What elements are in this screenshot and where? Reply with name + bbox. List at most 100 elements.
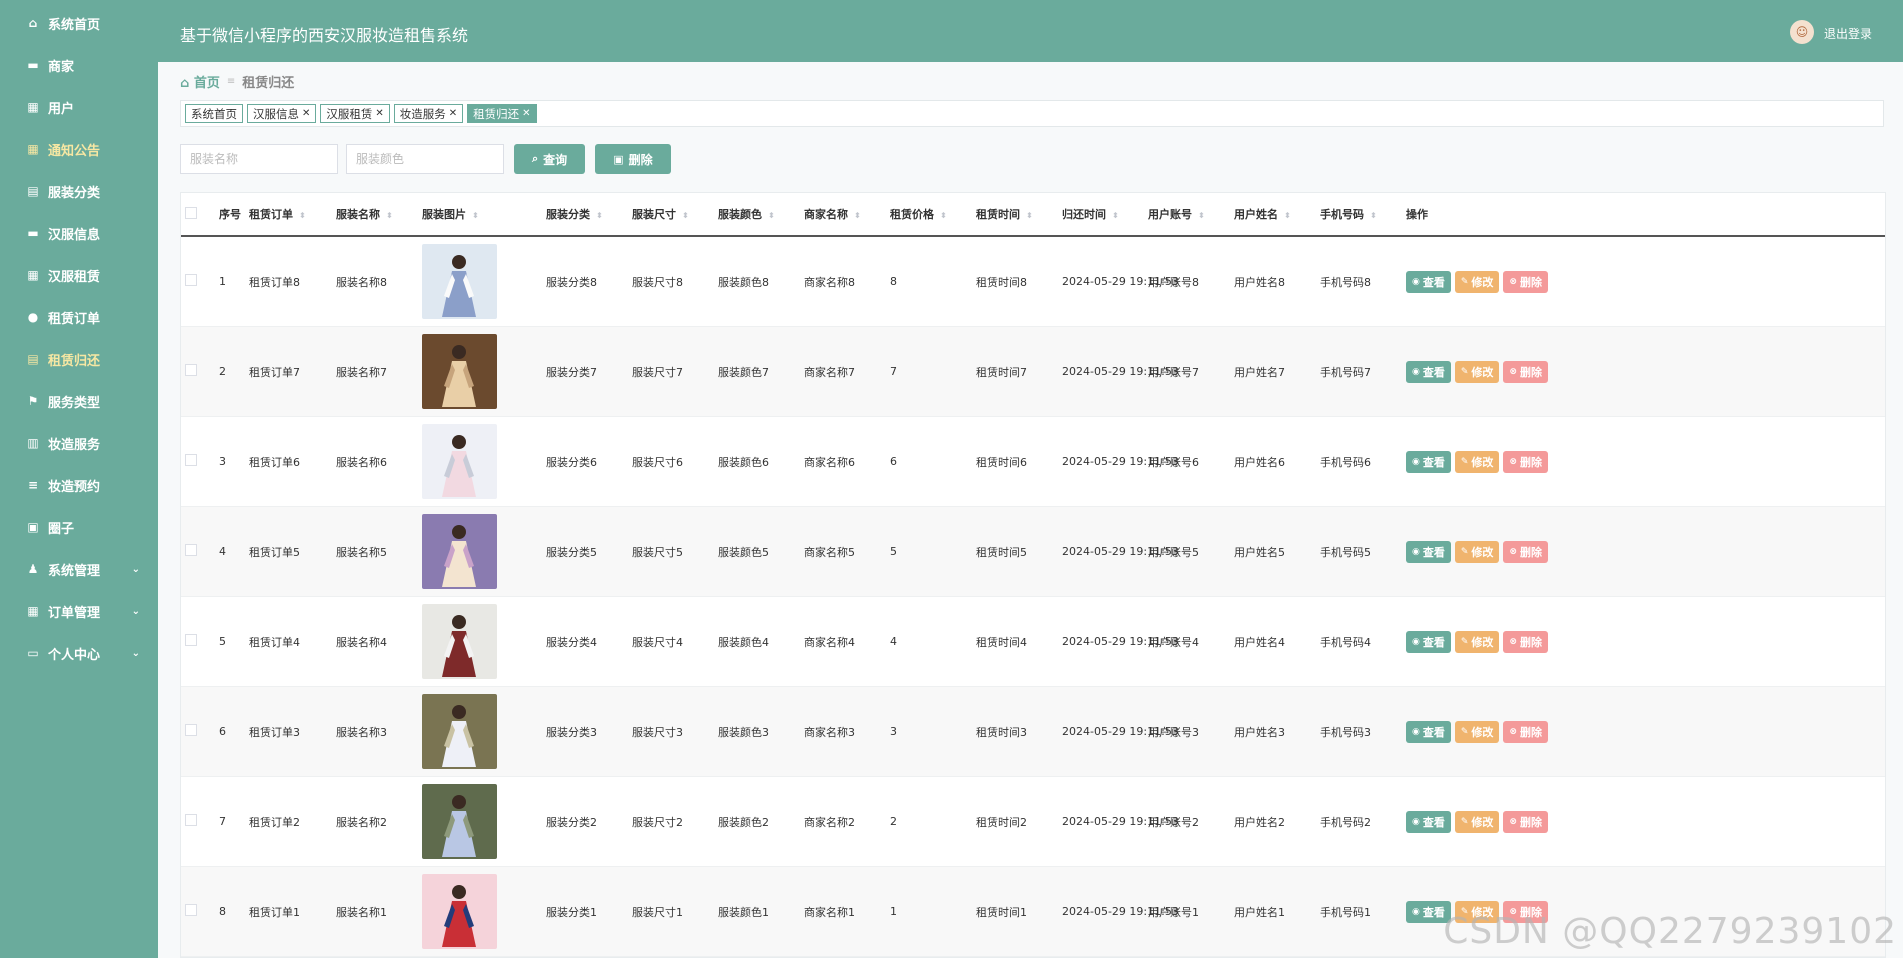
row-checkbox[interactable] xyxy=(185,724,197,736)
delete-button[interactable]: ⊗ 删除 xyxy=(1503,360,1548,383)
edit-button[interactable]: ✎ 修改 xyxy=(1454,540,1500,563)
clothing-name-input[interactable] xyxy=(180,144,338,174)
sidebar-item-14[interactable]: ▦ 订单管理 ⌄ xyxy=(0,590,158,632)
tags-bar: 系统首页 汉服信息 ✕ 汉服租赁 ✕ 妆造服务 ✕ 租赁归还 ✕ xyxy=(180,100,1884,127)
column-header[interactable]: 服装分类 ⬍ xyxy=(546,193,632,237)
delete-button[interactable]: ⊗ 删除 xyxy=(1503,810,1548,833)
column-header[interactable]: 用户姓名 ⬍ xyxy=(1234,193,1320,237)
view-button[interactable]: ◉ 查看 xyxy=(1406,810,1451,833)
sidebar-item-13[interactable]: ♟ 系统管理 ⌄ xyxy=(0,548,158,590)
delete-button[interactable]: ⊗ 删除 xyxy=(1503,270,1548,293)
sidebar-item-5[interactable]: ▬ 汉服信息 xyxy=(0,212,158,254)
cell-user-name: 用户姓名5 xyxy=(1234,506,1320,597)
row-checkbox[interactable] xyxy=(185,364,197,376)
sidebar-item-6[interactable]: ▦ 汉服租赁 xyxy=(0,254,158,296)
column-header[interactable]: 商家名称 ⬍ xyxy=(804,193,890,237)
clothing-color-input[interactable] xyxy=(346,144,504,174)
view-button[interactable]: ◉ 查看 xyxy=(1406,270,1451,293)
view-button[interactable]: ◉ 查看 xyxy=(1406,630,1451,653)
clothing-photo xyxy=(422,694,497,769)
close-icon[interactable]: ✕ xyxy=(302,108,310,119)
view-button[interactable]: ◉ 查看 xyxy=(1406,540,1451,563)
cell-image xyxy=(422,776,546,867)
sidebar-item-11[interactable]: ≡ 妆造预约 xyxy=(0,464,158,506)
column-header[interactable]: 租赁订单 ⬍ xyxy=(249,193,336,237)
sidebar-item-8[interactable]: ▤ 租赁归还 xyxy=(0,338,158,380)
view-button[interactable]: ◉ 查看 xyxy=(1406,360,1451,383)
column-header[interactable]: 服装颜色 ⬍ xyxy=(718,193,804,237)
edit-button[interactable]: ✎ 修改 xyxy=(1454,360,1500,383)
select-all-checkbox[interactable] xyxy=(185,206,197,219)
sidebar-item-1[interactable]: ▬ 商家 xyxy=(0,44,158,86)
column-header[interactable]: 服装尺寸 ⬍ xyxy=(632,193,718,237)
tab-tag-2[interactable]: 汉服租赁 ✕ xyxy=(320,104,390,123)
sort-icon[interactable]: ⬍ xyxy=(299,211,306,220)
sort-icon[interactable]: ⬍ xyxy=(1112,211,1119,220)
edit-button[interactable]: ✎ 修改 xyxy=(1454,270,1500,293)
row-checkbox[interactable] xyxy=(185,904,197,916)
delete-button[interactable]: ⊗ 删除 xyxy=(1503,630,1548,653)
row-select-cell xyxy=(181,416,219,507)
delete-button[interactable]: ⊗ 删除 xyxy=(1503,720,1548,743)
row-checkbox[interactable] xyxy=(185,454,197,466)
sidebar-item-9[interactable]: ⚑ 服务类型 xyxy=(0,380,158,422)
sidebar-item-4[interactable]: ▤ 服装分类 xyxy=(0,170,158,212)
tab-tag-4[interactable]: 租赁归还 ✕ xyxy=(467,104,537,123)
logout-button[interactable]: 退出登录 xyxy=(1824,25,1872,42)
tab-tag-0[interactable]: 系统首页 xyxy=(185,104,243,123)
column-header[interactable]: 用户账号 ⬍ xyxy=(1148,193,1234,237)
sort-icon[interactable]: ⬍ xyxy=(768,211,775,220)
sort-icon[interactable]: ⬍ xyxy=(596,211,603,220)
close-icon[interactable]: ✕ xyxy=(522,108,530,119)
delete-button[interactable]: ⊗ 删除 xyxy=(1503,450,1548,473)
sidebar-item-0[interactable]: ⌂ 系统首页 xyxy=(0,2,158,44)
row-checkbox[interactable] xyxy=(185,544,197,556)
column-header[interactable]: 租赁时间 ⬍ xyxy=(976,193,1062,237)
edit-button[interactable]: ✎ 修改 xyxy=(1454,630,1500,653)
breadcrumb-home[interactable]: ⌂ 首页 xyxy=(180,72,220,91)
batch-delete-button[interactable]: ▣ 删除 xyxy=(595,144,671,174)
sort-icon[interactable]: ⬍ xyxy=(940,211,947,220)
sidebar-item-10[interactable]: ▥ 妆造服务 xyxy=(0,422,158,464)
edit-button[interactable]: ✎ 修改 xyxy=(1454,720,1500,743)
edit-button[interactable]: ✎ 修改 xyxy=(1454,450,1500,473)
column-header-label: 用户姓名 xyxy=(1234,208,1278,221)
sidebar-item-7[interactable]: ● 租赁订单 xyxy=(0,296,158,338)
sort-icon[interactable]: ⬍ xyxy=(854,211,861,220)
sidebar-item-15[interactable]: ▭ 个人中心 ⌄ xyxy=(0,632,158,674)
column-header[interactable]: 手机号码 ⬍ xyxy=(1320,193,1406,237)
close-icon[interactable]: ✕ xyxy=(449,108,457,119)
edit-button-label: 修改 xyxy=(1471,275,1494,289)
view-button[interactable]: ◉ 查看 xyxy=(1406,450,1451,473)
tab-tag-3[interactable]: 妆造服务 ✕ xyxy=(393,104,464,123)
sort-icon[interactable]: ⬍ xyxy=(386,211,393,220)
row-checkbox[interactable] xyxy=(185,634,197,646)
sort-icon[interactable]: ⬍ xyxy=(682,211,689,220)
avatar[interactable]: ☺ xyxy=(1790,20,1814,44)
sidebar-item-3[interactable]: ▦ 通知公告 xyxy=(0,128,158,170)
delete-button[interactable]: ⊗ 删除 xyxy=(1503,540,1548,563)
query-button[interactable]: ⌕ 查询 xyxy=(514,144,586,174)
column-header[interactable]: 服装图片 ⬍ xyxy=(422,193,546,237)
column-header[interactable]: 服装名称 ⬍ xyxy=(336,193,422,237)
cell-image xyxy=(422,506,546,597)
sidebar-item-2[interactable]: ▦ 用户 xyxy=(0,86,158,128)
watermark: CSDN @QQ2279239102 xyxy=(1443,911,1897,952)
sort-icon[interactable]: ⬍ xyxy=(1198,211,1205,220)
column-header[interactable]: 归还时间 ⬍ xyxy=(1062,193,1148,237)
edit-button[interactable]: ✎ 修改 xyxy=(1454,810,1500,833)
sort-icon[interactable]: ⬍ xyxy=(1370,211,1377,220)
close-icon[interactable]: ✕ xyxy=(375,108,383,119)
cell-size: 服装尺寸4 xyxy=(632,596,718,687)
row-checkbox[interactable] xyxy=(185,274,197,286)
row-checkbox[interactable] xyxy=(185,814,197,826)
view-button[interactable]: ◉ 查看 xyxy=(1406,720,1451,743)
sort-icon[interactable]: ⬍ xyxy=(472,211,479,220)
sort-icon[interactable]: ⬍ xyxy=(1284,211,1291,220)
sort-icon[interactable]: ⬍ xyxy=(1026,211,1033,220)
sidebar-item-12[interactable]: ▣ 圈子 xyxy=(0,506,158,548)
column-header[interactable]: 租赁价格 ⬍ xyxy=(890,193,976,237)
tab-tag-1[interactable]: 汉服信息 ✕ xyxy=(247,104,317,123)
breadcrumb: ⌂ 首页 ≡ 租赁归还 xyxy=(180,72,294,91)
sidebar-item-label: 圈子 xyxy=(48,521,75,537)
